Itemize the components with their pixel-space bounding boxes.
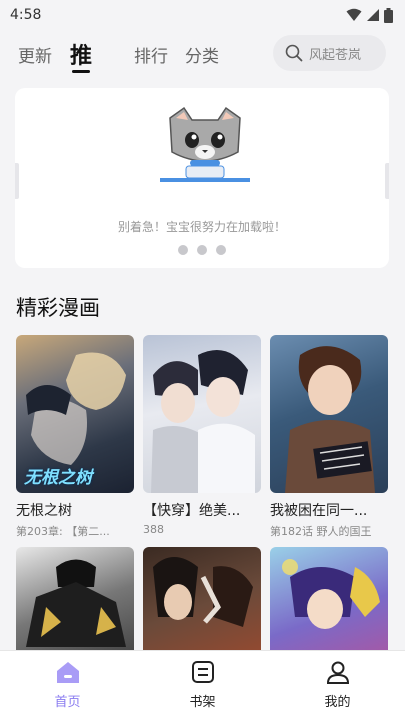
status-bar: 4:58 <box>0 0 405 30</box>
search-box[interactable]: 风起苍岚 <box>273 35 386 71</box>
comic-cover[interactable] <box>270 335 388 493</box>
battery-icon <box>384 7 393 23</box>
comic-cover[interactable]: 无根之树 <box>16 335 134 493</box>
banner-loading-message: 别着急！宝宝很努力在加载啦！ <box>117 220 286 234</box>
search-placeholder: 风起苍岚 <box>309 47 362 63</box>
tab-active-indicator <box>72 70 90 73</box>
comic-subtitle: 第203章: 【第二... <box>16 525 110 538</box>
banner-carousel[interactable]: 别着急！宝宝很努力在加载啦！ <box>15 88 389 268</box>
bottom-nav-bookshelf-label: 书架 <box>189 695 216 710</box>
user-icon <box>326 661 349 684</box>
bottom-nav-bookshelf[interactable]: 书架 <box>135 651 270 720</box>
tab-category[interactable]: 分类 <box>185 42 219 67</box>
search-icon <box>285 44 303 62</box>
loading-cat-illustration <box>160 106 250 182</box>
status-icons <box>346 7 393 23</box>
tab-updates[interactable]: 更新 <box>18 42 52 67</box>
comic-subtitle: 388 <box>143 523 164 536</box>
carousel-dot[interactable] <box>197 245 207 255</box>
home-icon <box>56 662 79 683</box>
bottom-nav-profile[interactable]: 我的 <box>270 651 405 720</box>
banner-edge-right <box>385 163 389 199</box>
carousel-dot[interactable] <box>178 245 188 255</box>
comic-title: 无根之树 <box>16 503 72 519</box>
status-time: 4:58 <box>10 7 42 23</box>
carousel-dot[interactable] <box>216 245 226 255</box>
bottom-nav-home[interactable]: 首页 <box>0 651 135 720</box>
bottom-nav-home-label: 首页 <box>54 695 81 710</box>
top-nav: 更新 推 排行 分类 风起苍岚 <box>0 30 405 80</box>
comic-card[interactable]: 我被困在同一... 第182话 野人的国王 <box>270 335 388 539</box>
bottom-nav-profile-label: 我的 <box>324 695 351 710</box>
section-title: 精彩漫画 <box>16 296 100 320</box>
signal-icon <box>367 9 379 21</box>
tab-ranking[interactable]: 排行 <box>134 42 168 67</box>
carousel-dots <box>15 245 389 255</box>
comic-card[interactable]: 【快穿】绝美... 388 <box>143 335 261 536</box>
cover-title-text: 无根之树 <box>24 468 92 488</box>
comic-title: 【快穿】绝美... <box>143 503 241 519</box>
comic-subtitle: 第182话 野人的国王 <box>270 525 372 538</box>
bookshelf-icon <box>191 661 214 683</box>
banner-edge-left <box>15 163 19 199</box>
bottom-nav: 首页 书架 我的 <box>0 650 405 720</box>
tab-recommend[interactable]: 推 <box>70 38 92 70</box>
wifi-icon <box>346 8 362 21</box>
cover-art <box>151 350 255 493</box>
comic-title: 我被困在同一... <box>270 503 368 519</box>
cover-art <box>285 346 375 493</box>
comic-cover[interactable] <box>143 335 261 493</box>
comic-card[interactable]: 无根之树 无根之树 第203章: 【第二... <box>16 335 134 539</box>
